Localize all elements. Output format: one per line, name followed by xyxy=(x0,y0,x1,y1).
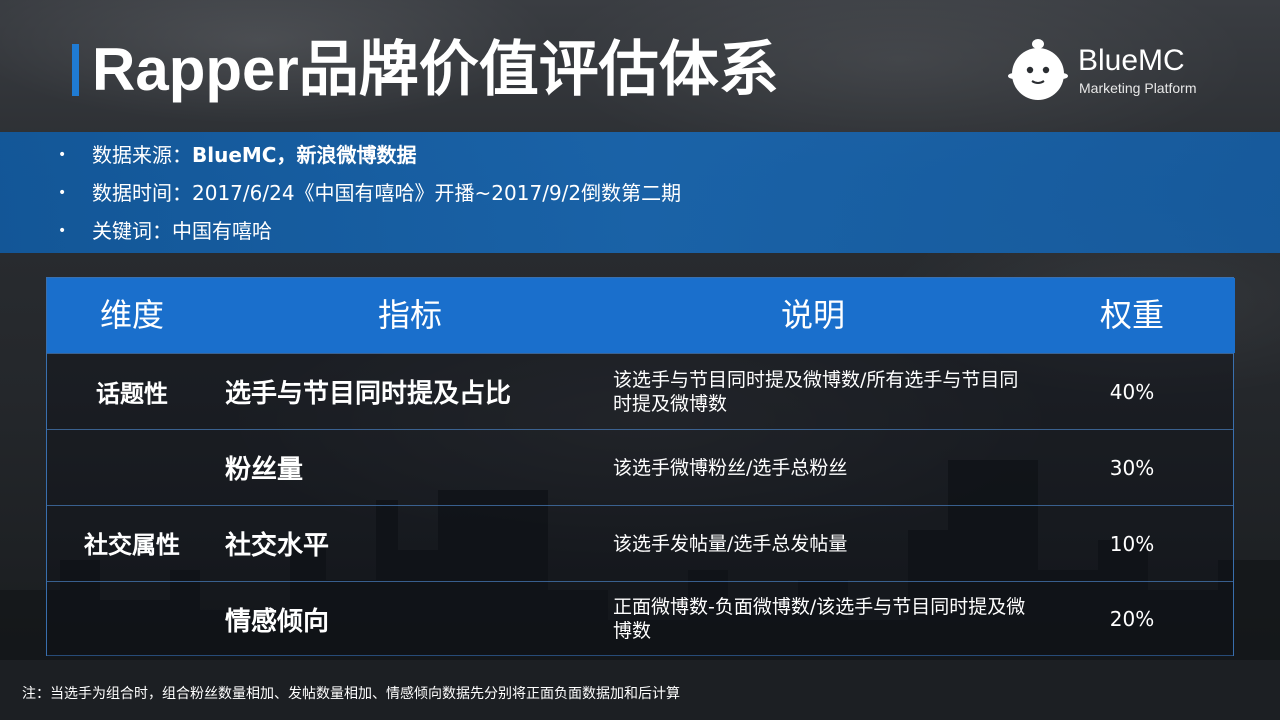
info-keyword: • 关键词：中国有嘻哈 xyxy=(58,216,272,246)
weight-cell: 10% xyxy=(1109,531,1155,556)
mascot-logo-icon xyxy=(1008,39,1068,100)
bullet-icon: • xyxy=(58,223,67,239)
header-weight: 权重 xyxy=(1099,296,1164,334)
info-time-label: 数据时间： xyxy=(92,181,192,205)
table-header: 维度 指标 说明 权重 xyxy=(47,278,1235,353)
info-keyword-value: 中国有嘻哈 xyxy=(172,219,272,243)
table-row: 社交水平 该选手发帖量/选手总发帖量 10% xyxy=(47,505,1233,581)
logo-brand-text: BlueMC xyxy=(1078,44,1185,77)
info-source-value: BlueMC，新浪微博数据 xyxy=(192,143,417,167)
description-cell: 该选手与节目同时提及微博数/所有选手与节目同时提及微博数 xyxy=(613,368,1019,415)
weight-cell: 40% xyxy=(1109,379,1155,404)
description-cell: 该选手发帖量/选手总发帖量 xyxy=(613,532,848,555)
description-cell: 正面微博数-负面微博数/该选手与节目同时提及微博数 xyxy=(613,596,1026,642)
title-accent-bar xyxy=(72,44,79,96)
bullet-icon: • xyxy=(58,185,67,201)
indicator-cell: 情感倾向 xyxy=(225,606,330,637)
bluemc-logo: BlueMC Marketing Platform xyxy=(1008,34,1218,104)
info-source: • 数据来源：BlueMC，新浪微博数据 xyxy=(58,140,416,170)
dimension-social: 社交属性 xyxy=(84,530,180,559)
header-description: 说明 xyxy=(780,296,845,334)
weight-cell: 20% xyxy=(1109,607,1155,631)
logo-tagline: Marketing Platform xyxy=(1079,80,1197,96)
table-row: 情感倾向 正面微博数-负面微博数/该选手与节目同时提及微博数 20% xyxy=(47,581,1233,656)
table-row: 话题性 选手与节目同时提及占比 该选手与节目同时提及微博数/所有选手与节目同时提… xyxy=(47,353,1233,429)
header-dimension: 维度 xyxy=(99,296,164,334)
evaluation-table: 维度 指标 说明 权重 话题性 选手与节目同时提及占比 该选手与节目同时提及微博… xyxy=(46,277,1235,656)
indicator-cell: 粉丝量 xyxy=(225,455,304,485)
dimension-topic: 话题性 xyxy=(96,380,168,408)
info-time-value: 2017/6/24《中国有嘻哈》开播~2017/9/2倒数第二期 xyxy=(192,181,682,205)
description-cell: 该选手微博粉丝/选手总粉丝 xyxy=(613,456,848,479)
info-source-label: 数据来源： xyxy=(92,143,192,167)
table-row: 粉丝量 该选手微博粉丝/选手总粉丝 30% xyxy=(47,429,1233,505)
weight-cell: 30% xyxy=(1109,455,1155,480)
header-indicator: 指标 xyxy=(377,296,442,334)
bullet-icon: • xyxy=(58,147,67,163)
footnote: 注：当选手为组合时，组合粉丝数量相加、发帖数量相加、情感倾向数据先分别将正面负面… xyxy=(22,686,680,702)
indicator-cell: 选手与节目同时提及占比 xyxy=(225,379,512,409)
indicator-cell: 社交水平 xyxy=(225,531,330,561)
info-time: • 数据时间：2017/6/24《中国有嘻哈》开播~2017/9/2倒数第二期 xyxy=(58,178,681,208)
info-band: • 数据来源：BlueMC，新浪微博数据 • 数据时间：2017/6/24《中国有嘻… xyxy=(0,132,1280,253)
slide-title: Rapper品牌价值评估体系 xyxy=(92,36,779,103)
info-keyword-label: 关键词： xyxy=(92,219,172,243)
